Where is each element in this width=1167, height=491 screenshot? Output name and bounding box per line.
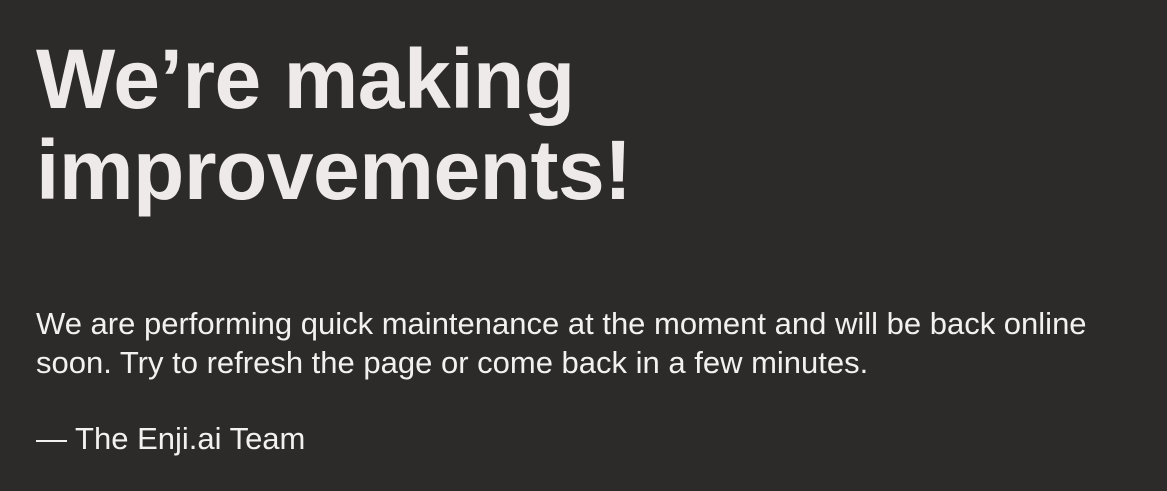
maintenance-page: We’re making improvements! We are perfor… <box>0 0 1167 491</box>
team-signature: — The Enji.ai Team <box>36 421 306 456</box>
maintenance-message: We are performing quick maintenance at t… <box>36 306 1087 380</box>
maintenance-heading: We’re making improvements! <box>36 32 632 217</box>
